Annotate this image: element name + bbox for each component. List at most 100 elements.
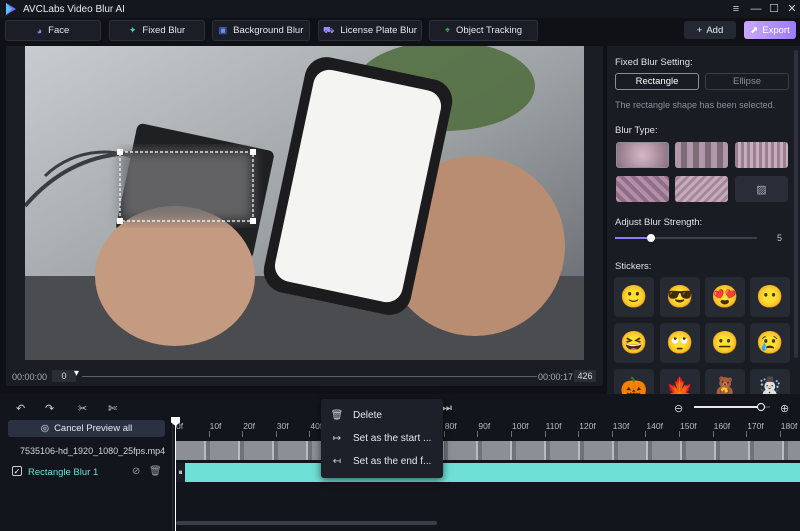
sticker-item[interactable]: 😢 (750, 323, 790, 363)
sticker-item[interactable]: 🙂 (614, 277, 654, 317)
cut-icon[interactable]: ✄ (108, 402, 117, 415)
scrubber-track[interactable] (82, 376, 537, 377)
settings-scrollbar[interactable] (794, 50, 798, 358)
strength-slider-handle[interactable] (646, 234, 655, 242)
tab-face[interactable]: ◕ Face (5, 20, 101, 41)
sticker-slightly-smiling-icon: 🙂 (620, 284, 648, 309)
sticker-crying-icon: 😢 (756, 330, 784, 355)
sticker-item[interactable]: 🧸 (705, 369, 745, 394)
sticker-item[interactable]: 😶 (750, 277, 790, 317)
app-logo-icon (6, 3, 16, 15)
set-end-icon: ↤ (332, 455, 342, 467)
layer-checkbox[interactable]: ✓ (12, 466, 22, 476)
ruler-tick-mark (544, 431, 546, 437)
toolbar: ◕ Face ✦ Fixed Blur ▣ Background Blur ⛟ … (0, 18, 800, 45)
sticker-snowman-icon: ☃️ (756, 376, 784, 394)
sticker-eye-roll-icon: 🙄 (666, 330, 694, 355)
sticker-item[interactable]: 🍁 (660, 369, 700, 394)
add-label: Add (706, 24, 724, 36)
redo-icon[interactable]: ↷ (45, 402, 54, 415)
zoom-out-icon[interactable]: ⊖ (674, 402, 683, 415)
tab-object-tracking-label: Object Tracking (456, 25, 523, 36)
ruler-tick-label: 30f (276, 421, 289, 431)
hide-layer-icon[interactable]: ⊘ (132, 466, 140, 477)
ruler-tick-label: 110f (545, 421, 562, 431)
skip-end-icon[interactable]: ⏭ (442, 402, 452, 415)
cancel-preview-button[interactable]: ◎ Cancel Preview all (8, 420, 165, 437)
track-grip-icon[interactable]: ⏸ (176, 463, 185, 482)
playhead[interactable] (175, 418, 176, 531)
blur-type-glass[interactable] (675, 176, 728, 202)
menu-item-set-start-label: Set as the start ... (353, 432, 432, 444)
sticker-teddy-bear-icon: 🧸 (711, 376, 739, 394)
ruler-tick-mark (578, 431, 580, 437)
blur-type-pixel[interactable] (735, 142, 788, 168)
maximize-icon[interactable]: ☐ (767, 2, 781, 16)
zoom-slider-handle[interactable] (756, 403, 765, 411)
rectangle-blur-track[interactable] (185, 463, 800, 482)
ruler-tick-mark (309, 431, 311, 437)
ruler-tick-label: 170f (747, 421, 764, 431)
ruler-tick-label: 90f (478, 421, 491, 431)
sticker-item[interactable]: 🎃 (614, 369, 654, 394)
sticker-item[interactable]: ☃️ (750, 369, 790, 394)
tab-background-blur[interactable]: ▣ Background Blur (212, 20, 310, 41)
rectangle-label: Rectangle (635, 76, 679, 87)
sticker-sunglasses-icon: 😎 (666, 284, 694, 309)
ruler-tick-label: 160f (713, 421, 731, 431)
trash-icon: 🗑 (330, 409, 344, 421)
close-icon[interactable]: ✕ (785, 2, 799, 16)
delete-layer-icon[interactable]: 🗑 (149, 466, 162, 477)
ruler-tick-mark (645, 431, 647, 437)
tab-object-tracking[interactable]: ⌖ Object Tracking (429, 20, 538, 41)
sticker-no-mouth-icon: 😶 (756, 284, 784, 309)
ruler-tick-label: 10f (209, 421, 222, 431)
blur-type-custom-image[interactable]: ▨ (735, 176, 788, 202)
blur-type-motion[interactable] (616, 176, 669, 202)
tab-fixed-blur[interactable]: ✦ Fixed Blur (109, 20, 205, 41)
sticker-item[interactable]: 😎 (660, 277, 700, 317)
plus-icon: + (696, 24, 703, 36)
tab-background-blur-label: Background Blur (233, 25, 304, 36)
video-track-thumbnails[interactable] (176, 441, 800, 460)
menu-item-set-end[interactable]: ↤ Set as the end f... (321, 451, 443, 471)
tab-license-plate-blur[interactable]: ⛟ License Plate Blur (318, 20, 422, 41)
menu-item-delete[interactable]: 🗑 Delete (321, 405, 443, 425)
zoom-in-icon[interactable]: ⊕ (780, 402, 789, 415)
ruler-tick-mark (712, 431, 714, 437)
blur-type-title: Blur Type: (615, 125, 658, 136)
ellipse-shape-button[interactable]: Ellipse (705, 73, 789, 90)
export-icon: ⬈ (750, 24, 759, 36)
ruler-tick-label: 20f (243, 421, 256, 431)
image-icon: ▨ (756, 183, 767, 196)
frame-start[interactable]: 0 (52, 370, 76, 382)
ruler-tick-label: 180f (780, 421, 798, 431)
time-start: 00:00:00 (12, 372, 48, 382)
layer-name[interactable]: Rectangle Blur 1 (28, 467, 98, 478)
sticker-heart-eyes-icon: 😍 (711, 284, 739, 309)
tab-fixed-blur-label: Fixed Blur (142, 25, 186, 36)
sticker-item[interactable]: 😆 (614, 323, 654, 363)
video-preview[interactable] (25, 46, 584, 360)
time-end: 00:00:17 (538, 372, 574, 382)
menu-icon[interactable]: ≡ (729, 2, 743, 16)
zoom-slider-fill (694, 406, 761, 408)
split-icon[interactable]: ✂ (78, 402, 87, 415)
rectangle-shape-button[interactable]: Rectangle (615, 73, 699, 90)
timeline-ruler: 0f10f20f30f40f50f60f70f80f90f100f110f120… (173, 418, 800, 438)
export-button[interactable]: ⬈ Export (744, 21, 796, 39)
face-icon: ◕ (36, 25, 43, 36)
timeline-scrollbar[interactable] (176, 521, 437, 525)
blur-type-mosaic[interactable] (675, 142, 728, 168)
menu-item-set-start[interactable]: ↦ Set as the start ... (321, 428, 443, 448)
undo-icon[interactable]: ↶ (16, 402, 25, 415)
blur-type-gaussian[interactable] (616, 142, 669, 168)
sticker-item[interactable]: 😐 (705, 323, 745, 363)
sticker-item[interactable]: 🙄 (660, 323, 700, 363)
minimize-icon[interactable]: — (749, 2, 763, 16)
sticker-item[interactable]: 😍 (705, 277, 745, 317)
frame-end[interactable]: 426 (574, 370, 596, 382)
tab-license-plate-blur-label: License Plate Blur (340, 25, 417, 36)
add-button[interactable]: + Add (684, 21, 736, 39)
scrubber-handle-icon[interactable]: ▾ (74, 368, 79, 379)
